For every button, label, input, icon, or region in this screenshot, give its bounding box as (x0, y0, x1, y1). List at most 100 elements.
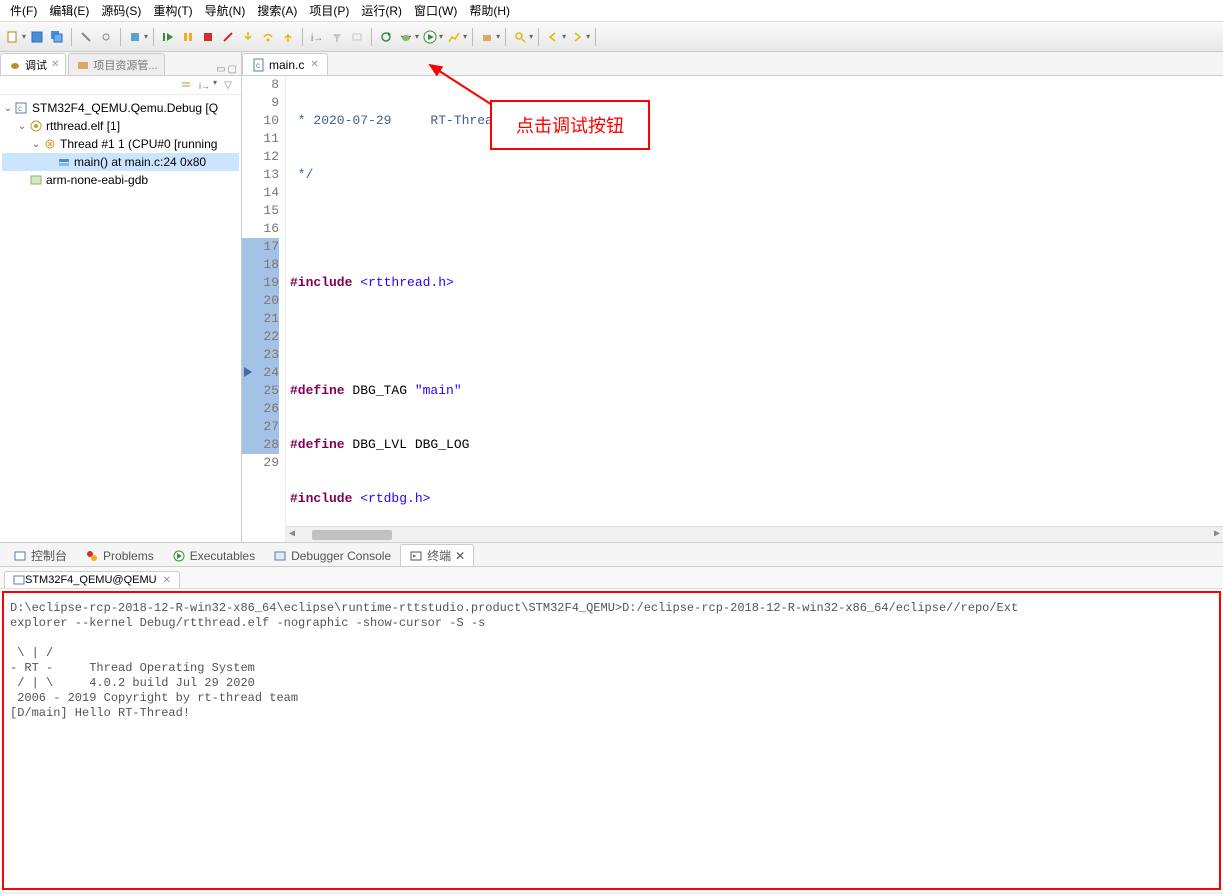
terminal-session-tab[interactable]: STM32F4_QEMU@QEMU ✕ (4, 571, 180, 588)
line-number: 16 (242, 220, 279, 238)
step-into-icon[interactable] (239, 28, 257, 46)
tool-icon[interactable] (97, 28, 115, 46)
menu-search[interactable]: 搜索(A) (251, 0, 303, 21)
run-icon[interactable] (421, 28, 439, 46)
line-number: 24 (242, 364, 279, 382)
maximize-icon[interactable]: ▢ (228, 64, 237, 75)
menu-run[interactable]: 运行(R) (355, 0, 408, 21)
resume-icon[interactable] (159, 28, 177, 46)
menu-refactor[interactable]: 重构(T) (147, 0, 198, 21)
line-number: 27 (242, 418, 279, 436)
debug-view: 调试 ✕ 项目资源管... ▭ ▢ i→▾ ▽ ⌄ c STM32F4_QEMU… (0, 52, 242, 542)
bottom-panel: 控制台 Problems Executables Debugger Consol… (0, 542, 1223, 892)
line-number: 26 (242, 400, 279, 418)
pause-icon[interactable] (179, 28, 197, 46)
line-number: 12 (242, 148, 279, 166)
tree-elf-label: rtthread.elf [1] (46, 119, 120, 133)
line-number: 21 (242, 310, 279, 328)
build-icon[interactable] (478, 28, 496, 46)
terminal-icon (409, 549, 423, 563)
menu-window[interactable]: 窗口(W) (408, 0, 463, 21)
stack-frame-icon (56, 154, 72, 170)
step-mode-mini-icon[interactable]: i→ (197, 78, 211, 92)
svg-text:c: c (256, 61, 260, 70)
close-icon[interactable]: ✕ (51, 59, 59, 70)
terminal-output[interactable]: D:\eclipse-rcp-2018-12-R-win32-x86_64\ec… (2, 591, 1221, 890)
executables-icon (172, 549, 186, 563)
step-return-icon[interactable] (279, 28, 297, 46)
forward-icon[interactable] (568, 28, 586, 46)
editor-tab-label: main.c (269, 58, 304, 72)
line-number: 15 (242, 202, 279, 220)
tree-gdb[interactable]: arm-none-eabi-gdb (2, 171, 239, 189)
debugger-console-icon (273, 549, 287, 563)
line-number: 22 (242, 328, 279, 346)
target-icon (28, 118, 44, 134)
tree-frame[interactable]: main() at main.c:24 0x80 (2, 153, 239, 171)
tree-frame-label: main() at main.c:24 0x80 (74, 155, 206, 169)
minimize-icon[interactable]: ▭ (216, 64, 225, 75)
wrench-icon[interactable] (77, 28, 95, 46)
line-number: 13 (242, 166, 279, 184)
execution-pointer-icon (244, 367, 254, 377)
menu-bar: 件(F) 编辑(E) 源码(S) 重构(T) 导航(N) 搜索(A) 项目(P)… (0, 0, 1223, 22)
disconnect-icon[interactable] (219, 28, 237, 46)
folder-icon (75, 57, 91, 73)
tree-elf[interactable]: ⌄ rtthread.elf [1] (2, 117, 239, 135)
close-icon[interactable]: ✕ (310, 59, 318, 70)
menu-help[interactable]: 帮助(H) (463, 0, 516, 21)
code-content[interactable]: * 2020-07-29 RT-Thread first version */ … (286, 76, 1223, 542)
close-icon[interactable]: ✕ (163, 575, 171, 586)
tab-debugger-console[interactable]: Debugger Console (264, 544, 400, 566)
save-all-icon[interactable] (48, 28, 66, 46)
tab-console[interactable]: 控制台 (4, 544, 76, 566)
line-number: 14 (242, 184, 279, 202)
scrollbar-thumb[interactable] (312, 530, 392, 540)
close-icon[interactable]: ✕ (455, 549, 465, 563)
menu-file[interactable]: 件(F) (4, 0, 43, 21)
line-number: 23 (242, 346, 279, 364)
editor-horizontal-scrollbar[interactable]: ◀ ▶ (286, 526, 1223, 542)
svg-text:i→: i→ (199, 81, 210, 91)
editor-pane: c main.c ✕ 8 9 10 11 12 13 14 15 16 17 1… (242, 52, 1223, 542)
tab-problems[interactable]: Problems (76, 544, 163, 566)
line-number: 11 (242, 130, 279, 148)
menu-project[interactable]: 项目(P) (303, 0, 355, 21)
line-number: 20 (242, 292, 279, 310)
tab-project-explorer[interactable]: 项目资源管... (68, 53, 164, 75)
stop-icon[interactable] (199, 28, 217, 46)
debug-icon[interactable] (397, 28, 415, 46)
profile-icon[interactable] (445, 28, 463, 46)
back-icon[interactable] (544, 28, 562, 46)
restart-icon[interactable] (377, 28, 395, 46)
annotation-callout: 点击调试按钮 (490, 100, 650, 150)
bug-icon (7, 57, 23, 73)
scroll-right-icon[interactable]: ▶ (1211, 526, 1223, 543)
tab-debug[interactable]: 调试 ✕ (0, 53, 66, 75)
menu-navigate[interactable]: 导航(N) (199, 0, 252, 21)
search-icon[interactable] (511, 28, 529, 46)
tree-thread-label: Thread #1 1 (CPU#0 [running (60, 137, 217, 151)
save-icon[interactable] (28, 28, 46, 46)
tree-thread[interactable]: ⌄ Thread #1 1 (CPU#0 [running (2, 135, 239, 153)
code-editor[interactable]: 8 9 10 11 12 13 14 15 16 17 18 19 20 21 … (242, 76, 1223, 542)
collapse-all-icon[interactable] (179, 78, 193, 92)
tab-project-label: 项目资源管... (93, 57, 157, 73)
step-filters-icon[interactable] (328, 28, 346, 46)
console-icon (13, 549, 27, 563)
menu-edit[interactable]: 编辑(E) (43, 0, 95, 21)
line-number: 29 (242, 454, 279, 472)
new-dropdown-icon[interactable] (4, 28, 22, 46)
menu-source[interactable]: 源码(S) (95, 0, 147, 21)
instruction-step-icon[interactable]: i→ (308, 28, 326, 46)
tree-launch[interactable]: ⌄ c STM32F4_QEMU.Qemu.Debug [Q (2, 99, 239, 117)
scroll-left-icon[interactable]: ◀ (286, 526, 298, 543)
step-over-icon[interactable] (259, 28, 277, 46)
tab-executables[interactable]: Executables (163, 544, 264, 566)
line-number: 10 (242, 112, 279, 130)
view-menu-icon[interactable]: ▽ (221, 78, 235, 92)
tab-terminal[interactable]: 终端 ✕ (400, 544, 474, 566)
step-mode-icon[interactable] (348, 28, 366, 46)
editor-tab-main[interactable]: c main.c ✕ (242, 53, 328, 75)
toggle-icon[interactable] (126, 28, 144, 46)
